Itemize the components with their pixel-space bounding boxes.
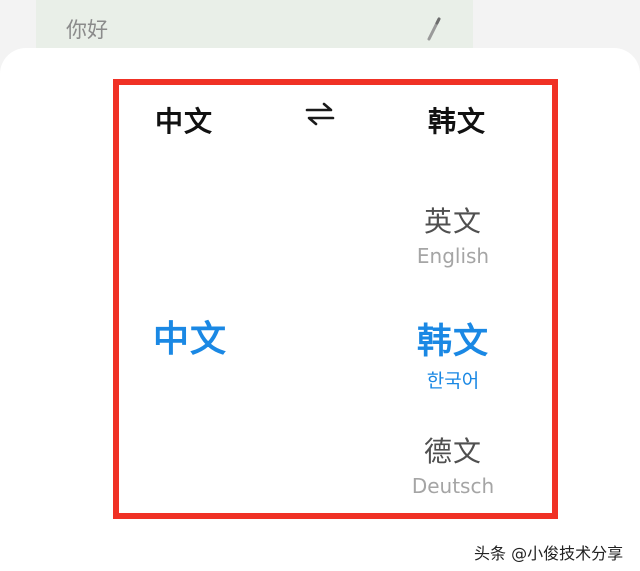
input-text: 你好 xyxy=(66,18,108,42)
watermark: 头条 @小俊技术分享 xyxy=(474,544,624,563)
option-name: 英文 xyxy=(423,205,482,238)
option-english[interactable]: 英文 English xyxy=(373,200,533,268)
option-native: Deutsch xyxy=(411,474,495,498)
source-language-selected[interactable]: 中文 xyxy=(153,310,227,362)
pencil-icon[interactable] xyxy=(424,16,442,42)
swap-arrows-icon[interactable] xyxy=(303,101,337,127)
option-korean[interactable]: 韩文 한국어 xyxy=(373,313,533,393)
source-language-tab[interactable]: 中文 xyxy=(155,100,213,140)
option-native: 한국어 xyxy=(426,370,480,392)
target-language-tab[interactable]: 韩文 xyxy=(428,100,486,140)
option-native: English xyxy=(416,244,490,268)
option-german[interactable]: 德文 Deutsch xyxy=(373,430,533,498)
option-name: 韩文 xyxy=(416,322,489,362)
option-name: 德文 xyxy=(423,435,482,468)
